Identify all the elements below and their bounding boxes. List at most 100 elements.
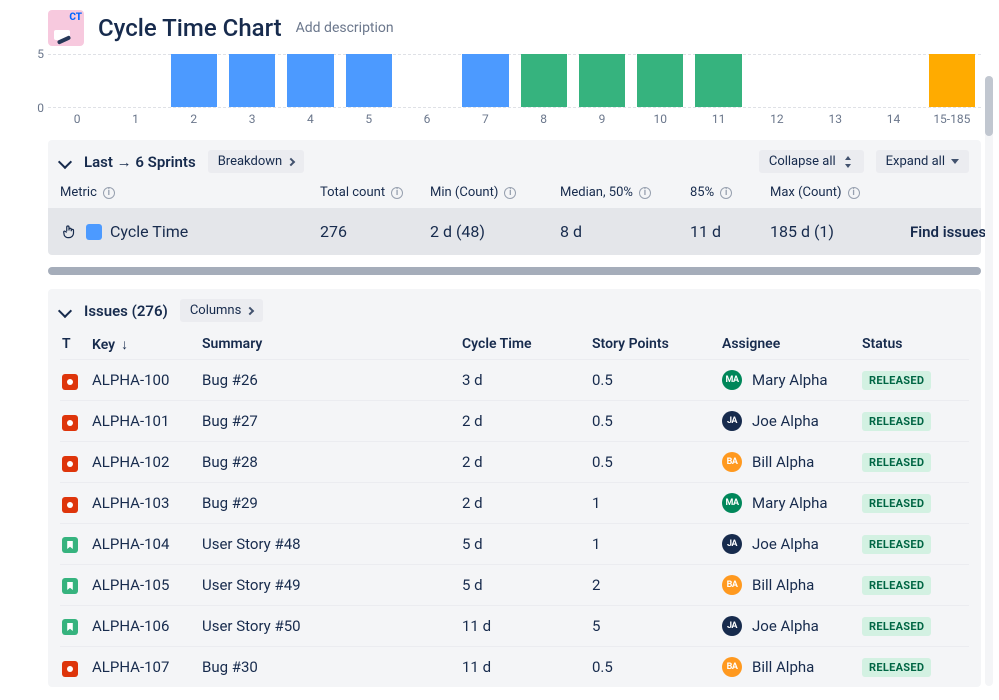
table-row[interactable]: ALPHA-100Bug #263 d0.5MAMary AlphaRELEAS… xyxy=(60,359,969,400)
info-icon[interactable]: i xyxy=(103,187,115,199)
table-row[interactable]: ALPHA-107Bug #3011 d0.5BABill AlphaRELEA… xyxy=(60,646,969,687)
assignee-name: Bill Alpha xyxy=(752,576,814,594)
bug-icon xyxy=(62,415,78,431)
chart-bar[interactable] xyxy=(929,54,975,107)
collapse-all-button[interactable]: Collapse all xyxy=(759,150,864,173)
avatar: JA xyxy=(722,534,742,554)
issue-story-points: 2 xyxy=(592,576,722,594)
chart-bar[interactable] xyxy=(637,54,683,107)
info-icon[interactable]: i xyxy=(848,187,860,199)
info-icon[interactable]: i xyxy=(391,187,403,199)
metrics-header-row: Metrici Total counti Min (Count)i Median… xyxy=(60,185,969,200)
expand-icon xyxy=(951,159,959,164)
table-row[interactable]: ALPHA-106User Story #5011 d5JAJoe AlphaR… xyxy=(60,605,969,646)
issue-assignee[interactable]: JAJoe Alpha xyxy=(722,534,862,554)
chart-bar[interactable] xyxy=(695,54,741,107)
chart-bar[interactable] xyxy=(462,54,508,107)
x-tick: 12 xyxy=(748,112,806,126)
col-p85: 85%i xyxy=(690,185,770,200)
issue-key[interactable]: ALPHA-101 xyxy=(92,412,202,430)
status-badge: RELEASED xyxy=(862,494,931,513)
avatar: MA xyxy=(722,370,742,390)
sprint-metrics-panel: Last → 6 Sprints Breakdown Collapse all … xyxy=(48,140,981,255)
table-row[interactable]: ALPHA-101Bug #272 d0.5JAJoe AlphaRELEASE… xyxy=(60,400,969,441)
issue-cycle-time: 2 d xyxy=(462,453,592,471)
issue-key[interactable]: ALPHA-106 xyxy=(92,617,202,635)
vertical-scrollbar[interactable] xyxy=(985,76,993,686)
issue-summary: Bug #29 xyxy=(202,494,462,512)
chevron-down-icon[interactable] xyxy=(58,154,72,168)
metric-name: Cycle Time xyxy=(110,222,188,241)
horizontal-scrollbar[interactable] xyxy=(48,267,981,275)
chart-bar[interactable] xyxy=(346,54,392,107)
issue-key[interactable]: ALPHA-100 xyxy=(92,371,202,389)
col-assignee[interactable]: Assignee xyxy=(722,336,862,353)
bug-icon xyxy=(62,497,78,513)
assignee-name: Bill Alpha xyxy=(752,453,814,471)
chart-x-axis: 0123456789101112131415-185 xyxy=(48,112,981,126)
info-icon[interactable]: i xyxy=(504,187,516,199)
issues-panel: Issues (276) Columns T Key ↓ Summary Cyc… xyxy=(48,289,981,687)
x-tick: 8 xyxy=(515,112,573,126)
issue-key[interactable]: ALPHA-105 xyxy=(92,576,202,594)
issue-assignee[interactable]: JAJoe Alpha xyxy=(722,616,862,636)
issue-key[interactable]: ALPHA-104 xyxy=(92,535,202,553)
info-icon[interactable]: i xyxy=(720,187,732,199)
issue-cycle-time: 2 d xyxy=(462,412,592,430)
avatar: BA xyxy=(722,452,742,472)
issue-key[interactable]: ALPHA-102 xyxy=(92,453,202,471)
issue-assignee[interactable]: MAMary Alpha xyxy=(722,493,862,513)
story-icon xyxy=(62,578,78,594)
chart-bar[interactable] xyxy=(521,54,567,107)
issue-assignee[interactable]: BA Bill Alpha xyxy=(722,575,862,595)
chart-bar[interactable] xyxy=(287,54,333,107)
breakdown-label: Breakdown xyxy=(218,154,283,169)
avatar: BA xyxy=(722,657,742,677)
table-row[interactable]: ALPHA-102Bug #282 d0.5BABill AlphaRELEAS… xyxy=(60,441,969,482)
story-icon xyxy=(62,619,78,635)
chevron-down-icon[interactable] xyxy=(58,303,72,317)
col-metric: Metrici xyxy=(60,185,320,200)
assignee-name: Joe Alpha xyxy=(752,412,819,430)
chart-bar[interactable] xyxy=(171,54,217,107)
columns-button[interactable]: Columns xyxy=(180,299,264,322)
issue-assignee[interactable]: BA Bill Alpha xyxy=(722,452,862,472)
cycle-time-chart: 5 0 0123456789101112131415-185 xyxy=(48,54,981,126)
collapse-all-label: Collapse all xyxy=(769,154,836,169)
col-type[interactable]: T xyxy=(62,336,92,353)
issue-key[interactable]: ALPHA-107 xyxy=(92,658,202,676)
issue-cycle-time: 5 d xyxy=(462,535,592,553)
chart-y-axis: 5 0 xyxy=(20,54,44,108)
chart-bar[interactable] xyxy=(579,54,625,107)
breakdown-button[interactable]: Breakdown xyxy=(208,150,305,173)
issue-story-points: 0.5 xyxy=(592,371,722,389)
chevron-right-icon xyxy=(246,306,254,314)
table-row[interactable]: ALPHA-103Bug #292 d1MAMary AlphaRELEASED xyxy=(60,482,969,523)
col-status[interactable]: Status xyxy=(862,336,962,353)
col-key[interactable]: Key ↓ xyxy=(92,336,202,353)
issue-assignee[interactable]: MAMary Alpha xyxy=(722,370,862,390)
add-description-link[interactable]: Add description xyxy=(296,20,394,36)
col-summary[interactable]: Summary xyxy=(202,336,462,353)
table-row[interactable]: ALPHA-105User Story #495 d2BABill AlphaR… xyxy=(60,564,969,605)
col-cycle[interactable]: Cycle Time xyxy=(462,336,592,353)
status-badge: RELEASED xyxy=(862,412,931,431)
chart-bar-slot xyxy=(631,54,689,107)
col-points[interactable]: Story Points xyxy=(592,336,722,353)
info-icon[interactable]: i xyxy=(639,187,651,199)
status-badge: RELEASED xyxy=(862,535,931,554)
metric-row-cycle-time[interactable]: Cycle Time 276 2 d (48) 8 d 11 d 185 d (… xyxy=(48,208,981,255)
expand-all-button[interactable]: Expand all xyxy=(876,150,969,173)
x-tick: 1 xyxy=(106,112,164,126)
expand-all-label: Expand all xyxy=(886,154,945,169)
avatar: BA xyxy=(722,575,742,595)
metric-color-swatch xyxy=(86,224,102,240)
issue-assignee[interactable]: JAJoe Alpha xyxy=(722,411,862,431)
avatar: MA xyxy=(722,493,742,513)
issue-assignee[interactable]: BABill Alpha xyxy=(722,657,862,677)
chart-bar-slot xyxy=(398,54,456,107)
issue-key[interactable]: ALPHA-103 xyxy=(92,494,202,512)
table-row[interactable]: ALPHA-104User Story #485 d1JAJoe AlphaRE… xyxy=(60,523,969,564)
chart-bar[interactable] xyxy=(229,54,275,107)
x-tick: 7 xyxy=(456,112,514,126)
